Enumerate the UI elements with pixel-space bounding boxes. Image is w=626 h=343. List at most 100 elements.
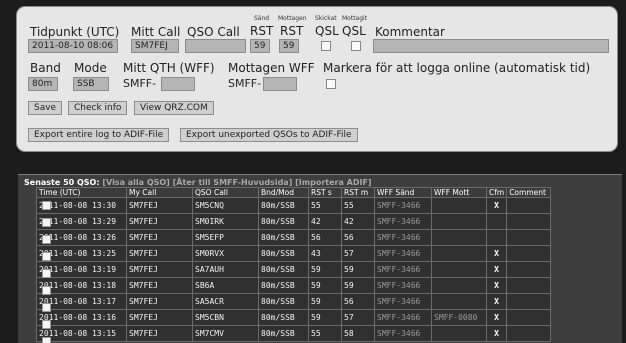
qso-wff-sent-cell: SMFF-3466 — [374, 213, 432, 230]
qso-rst-sent-cell: 59 — [308, 261, 342, 278]
qso-comment-cell — [506, 261, 552, 278]
mitt-qth-input[interactable] — [161, 77, 195, 91]
rst-sand-input[interactable]: 59 — [250, 39, 270, 53]
label-qsl-mottagit-small: Mottagit — [342, 15, 368, 22]
qso-table-row[interactable]: 2011-08-08 13:19 SM7FEJ SA7AUH 80m/SSB 59 59 S… — [36, 261, 552, 278]
qso-row-checkbox[interactable] — [42, 218, 51, 227]
qso-call-cell: SM0IRK — [192, 213, 259, 230]
label-mitt-call: Mitt Call — [131, 25, 181, 39]
qso-rst-received-cell: 42 — [341, 213, 375, 230]
kommentar-input[interactable] — [373, 39, 609, 53]
qso-row-checkbox[interactable] — [42, 201, 51, 210]
qso-wff-received-cell — [431, 325, 487, 342]
markera-online-checkbox[interactable] — [326, 79, 336, 89]
qso-rst-received-cell: 56 — [341, 293, 375, 310]
col-my-call: My Call — [126, 187, 193, 198]
import-adif-link[interactable]: [Importera ADIF] — [295, 178, 371, 187]
label-rst-mott-small: Mottagen — [278, 15, 307, 22]
qso-rst-received-cell: 59 — [341, 277, 375, 294]
col-comment: Comment — [506, 187, 552, 198]
qsl-mottagit-checkbox[interactable] — [351, 41, 361, 51]
qso-call-cell: SM0RVX — [192, 245, 259, 262]
label-rst-sand: RST — [250, 24, 274, 38]
qso-my-call-cell: SM7FEJ — [126, 229, 193, 246]
check-info-button[interactable]: Check info — [68, 101, 128, 115]
save-button[interactable]: Save — [28, 101, 63, 115]
qso-comment-cell — [506, 309, 552, 326]
qsl-skickat-checkbox[interactable] — [321, 41, 331, 51]
label-mitt-qth: Mitt QTH (WFF) — [123, 61, 215, 75]
export-all-adif-button[interactable]: Export entire log to ADIF-File — [28, 128, 170, 142]
qso-wff-received-cell — [431, 197, 487, 214]
qso-table-row[interactable]: 2011-08-08 13:18 SM7FEJ SB6A 80m/SSB 59 59 SMF… — [36, 277, 552, 294]
qso-table-row[interactable]: 2011-08-08 13:26 SM7FEJ SM5EFP 80m/SSB 56 56 S… — [36, 229, 552, 246]
label-qso-call: QSO Call — [187, 25, 240, 39]
rst-mott-input[interactable]: 59 — [279, 39, 299, 53]
label-tidpunkt: Tidpunkt (UTC) — [30, 25, 120, 39]
qso-my-call-cell: SM7FEJ — [126, 261, 193, 278]
band-select[interactable]: 80m — [28, 77, 58, 91]
qso-table-row[interactable]: 2011-08-08 13:17 SM7FEJ SA5ACR 80m/SSB 59 56 S… — [36, 293, 552, 310]
qso-row-checkbox[interactable] — [42, 337, 51, 343]
qso-my-call-cell: SM7FEJ — [126, 293, 193, 310]
qso-list-title: Senaste 50 QSO: — [24, 178, 100, 187]
qso-band-mode-cell: 80m/SSB — [258, 261, 309, 278]
label-mode: Mode — [74, 61, 107, 75]
col-qso-call: QSO Call — [192, 187, 259, 198]
mode-select[interactable]: SSB — [73, 77, 109, 91]
qso-wff-sent-cell: SMFF-3466 — [374, 261, 432, 278]
qso-row-checkbox[interactable] — [42, 235, 51, 244]
mottagen-wff-input[interactable] — [263, 77, 297, 91]
qso-rst-sent-cell: 56 — [308, 229, 342, 246]
qso-rst-received-cell: 58 — [341, 325, 375, 342]
qso-comment-cell — [506, 245, 552, 262]
view-qrz-button[interactable]: View QRZ.COM — [134, 101, 214, 115]
qso-table-row[interactable]: 2011-08-08 13:30 SM7FEJ SM5CNQ 80m/SSB 55 55 S… — [36, 197, 552, 214]
qso-rst-received-cell: 55 — [341, 197, 375, 214]
qso-comment-cell — [506, 293, 552, 310]
mitt-call-input[interactable]: SM7FEJ — [131, 39, 179, 53]
show-all-qso-link[interactable]: [Visa alla QSO] — [102, 178, 169, 187]
qso-comment-cell — [506, 325, 552, 342]
qso-band-mode-cell: 80m/SSB — [258, 229, 309, 246]
tidpunkt-input[interactable]: 2011-08-10 08:06 — [28, 39, 118, 53]
qso-row-checkbox[interactable] — [42, 269, 51, 278]
back-to-main-link[interactable]: [Åter till SMFF-Huvudsida] — [173, 178, 293, 187]
label-qsl-skickat-small: Skickat — [315, 15, 337, 22]
qso-table-row[interactable]: 2011-08-08 13:16 SM7FEJ SM5CBN 80m/SSB 59 57 S… — [36, 309, 552, 326]
col-wff-mott: WFF Mott — [431, 187, 487, 198]
label-kommentar: Kommentar — [375, 25, 445, 39]
qso-band-mode-cell: 80m/SSB — [258, 213, 309, 230]
qso-my-call-cell: SM7FEJ — [126, 325, 193, 342]
qso-my-call-cell: SM7FEJ — [126, 309, 193, 326]
qso-call-cell: SA5ACR — [192, 293, 259, 310]
qso-band-mode-cell: 80m/SSB — [258, 277, 309, 294]
mitt-qth-prefix: SMFF- — [123, 77, 157, 90]
recent-qso-panel: Senaste 50 QSO: [Visa alla QSO] [Åter ti… — [18, 174, 622, 343]
qso-my-call-cell: SM7FEJ — [126, 213, 193, 230]
qso-call-cell: SB6A — [192, 277, 259, 294]
qso-entry-form: Tidpunkt (UTC) Mitt Call QSO Call Sänd R… — [16, 6, 618, 152]
qso-row-checkbox[interactable] — [42, 286, 51, 295]
qso-table-row[interactable]: 2011-08-08 13:25 SM7FEJ SM0RVX 80m/SSB 43 57 S… — [36, 245, 552, 262]
qso-row-checkbox[interactable] — [42, 320, 51, 329]
qso-band-mode-cell: 80m/SSB — [258, 325, 309, 342]
qso-rst-sent-cell: 59 — [308, 309, 342, 326]
qso-row-checkbox[interactable] — [42, 303, 51, 312]
qso-call-input[interactable] — [185, 39, 246, 53]
qso-table-row[interactable]: 2011-08-08 13:29 SM7FEJ SM0IRK 80m/SSB 42 42 S… — [36, 213, 552, 230]
qso-band-mode-cell: 80m/SSB — [258, 197, 309, 214]
qso-row-checkbox[interactable] — [42, 252, 51, 261]
col-time: Time (UTC) — [36, 187, 127, 198]
qso-wff-sent-cell: SMFF-3466 — [374, 197, 432, 214]
qso-table-row[interactable]: 2011-08-08 13:15 SM7FEJ SM7CMV 80m/SSB 55 58 S… — [36, 325, 552, 342]
qso-rst-sent-cell: 55 — [308, 197, 342, 214]
mottagen-wff-prefix: SMFF- — [228, 77, 262, 90]
qso-call-cell: SM5EFP — [192, 229, 259, 246]
qso-list-header: Senaste 50 QSO: [Visa alla QSO] [Åter ti… — [24, 178, 372, 187]
label-markera: Markera för att logga online (automatisk… — [323, 61, 591, 75]
qso-call-cell: SM7CMV — [192, 325, 259, 342]
export-unexported-adif-button[interactable]: Export unexported QSOs to ADIF-File — [180, 128, 358, 142]
qso-wff-received-cell: SMFF-0080 — [431, 309, 487, 326]
qso-my-call-cell: SM7FEJ — [126, 245, 193, 262]
